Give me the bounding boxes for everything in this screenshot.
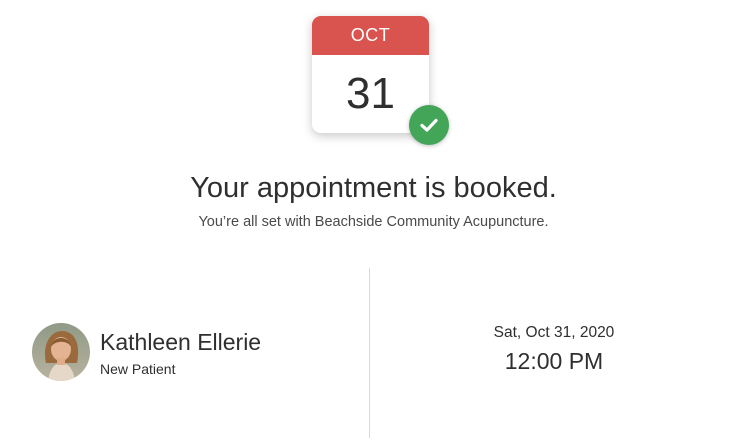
patient-status: New Patient: [100, 361, 176, 377]
confirmation-subtitle: You’re all set with Beachside Community …: [198, 214, 549, 230]
patient-name: Kathleen Ellerie: [100, 329, 262, 355]
appointment-date: Sat, Oct 31, 2020: [493, 324, 615, 341]
calendar-month: OCT: [312, 16, 429, 55]
patient-avatar: [32, 323, 90, 381]
confirmation-title: Your appointment is booked.: [190, 172, 557, 204]
checkmark-icon: [409, 105, 449, 145]
appointment-time: 12:00 PM: [504, 348, 604, 374]
section-divider: [369, 268, 370, 438]
